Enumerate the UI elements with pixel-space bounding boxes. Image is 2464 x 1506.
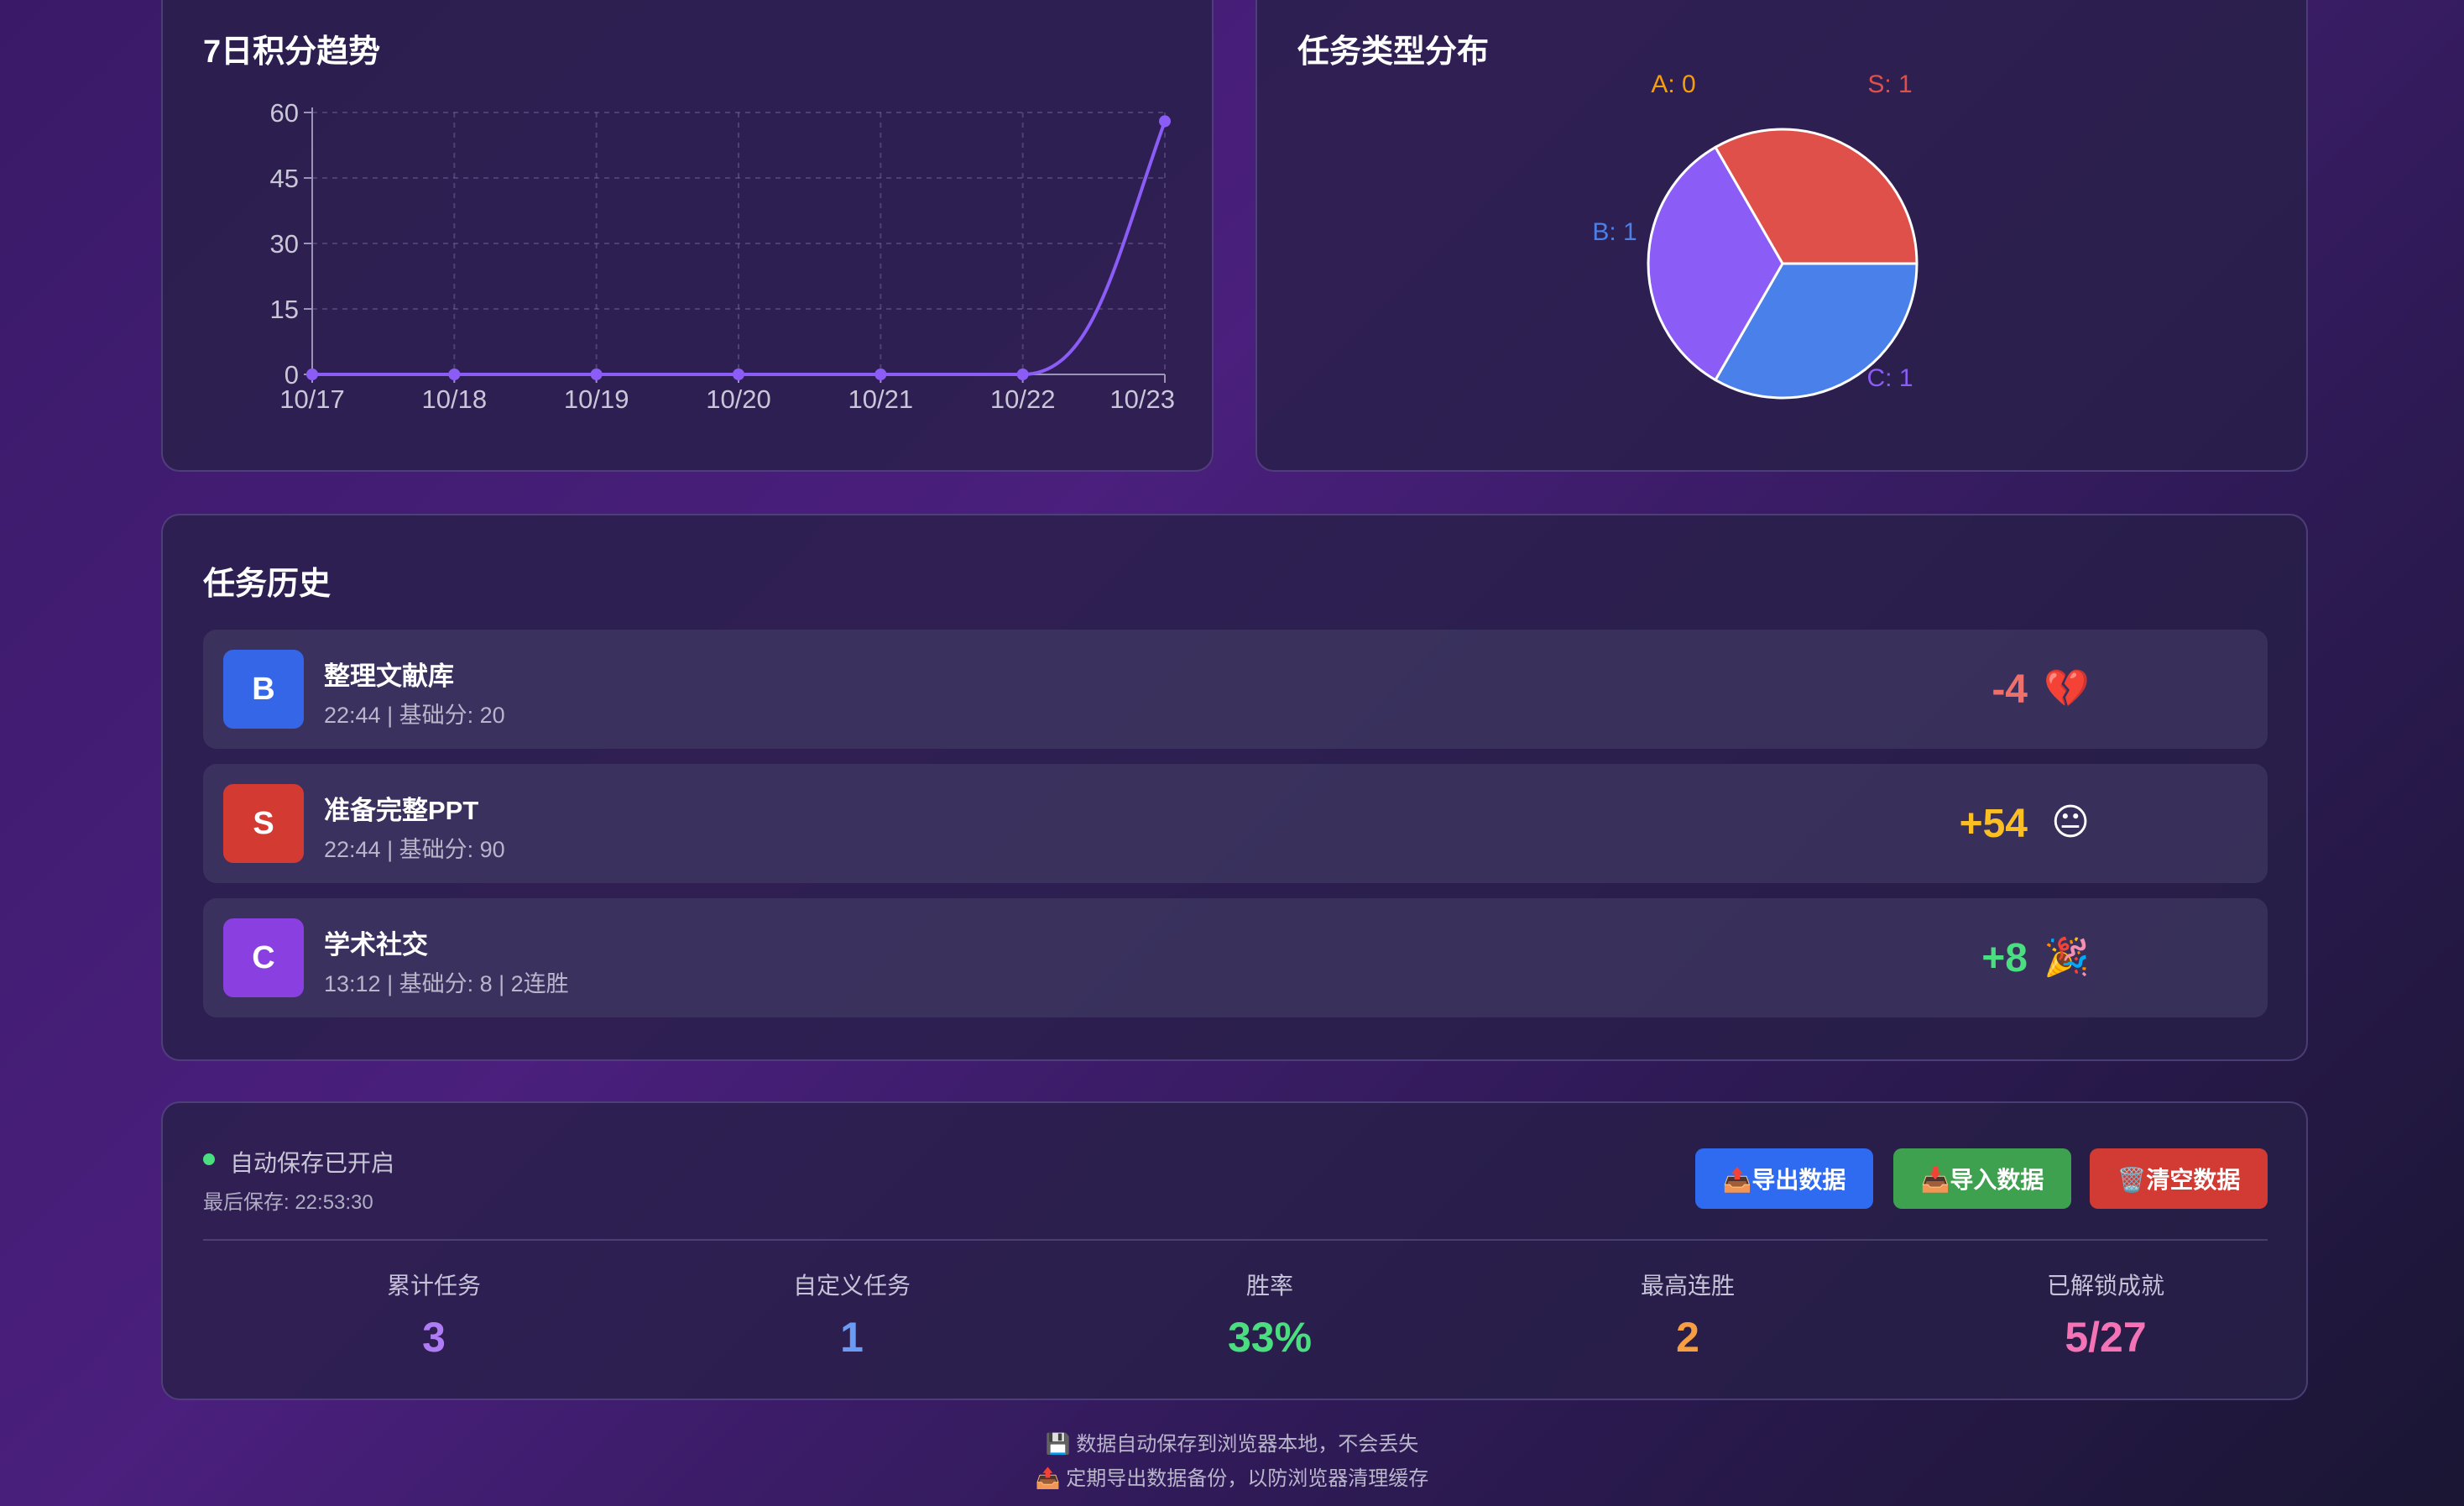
stat-value: 1: [840, 1314, 864, 1361]
footer-autosave-note: 💾 数据自动保存到浏览器本地，不会丢失: [1045, 1433, 1419, 1456]
last-saved-time: 最后保存: 22:53:30: [203, 1191, 373, 1214]
y-tick-label: 45: [270, 164, 299, 193]
footer-backup-note: 📤 定期导出数据备份，以防浏览器清理缓存: [1035, 1467, 1429, 1490]
y-tick-label: 15: [270, 295, 299, 324]
task-type-pie-card: 任务类型分布 S: 1 A: 0 B: 1 C: 1: [1255, 0, 2308, 472]
neutral-face-icon: 😐: [2051, 802, 2090, 843]
x-tick-label: 10/19: [564, 384, 629, 414]
stats-card: 自动保存已开启 最后保存: 22:53:30 📤导出数据 📥导入数据 🗑️清空数…: [161, 1101, 2308, 1400]
stat-label: 最高连胜: [1640, 1273, 1735, 1299]
task-name: 准备完整PPT: [324, 796, 479, 825]
history-item[interactable]: B 整理文献库 22:44 | 基础分: 20 -4 💔: [203, 630, 2268, 749]
stat-label: 自定义任务: [792, 1273, 911, 1299]
party-popper-icon: 🎉: [2044, 937, 2090, 978]
stats-divider: [203, 1239, 2268, 1241]
task-name: 学术社交: [324, 930, 428, 960]
trend-data-point: [306, 369, 318, 380]
export-data-button[interactable]: 📤导出数据: [1695, 1148, 1873, 1209]
stat-total-tasks: 累计任务 3: [308, 1268, 560, 1362]
y-tick-label: 30: [270, 229, 299, 259]
trend-data-point: [733, 369, 744, 380]
y-tick-label: 60: [270, 98, 299, 128]
trend-data-point: [448, 369, 461, 380]
stat-win-rate: 胜率 33%: [1144, 1268, 1396, 1362]
pie-label-c: C: 1: [1866, 364, 1913, 392]
autosave-status: 自动保存已开启: [230, 1150, 395, 1176]
stat-achievements: 已解锁成就 5/27: [1980, 1268, 2232, 1362]
trend-data-point: [590, 369, 603, 380]
trend-chart-card: 7日积分趋势 0 15 30 45 60 10/17 10/18 10/19 10/20 10/2…: [161, 0, 1214, 472]
task-meta: 13:12 | 基础分: 8 | 2连胜: [324, 971, 569, 996]
task-score: +54: [1959, 802, 2028, 846]
broken-heart-icon: 💔: [2044, 668, 2090, 709]
stat-value: 3: [422, 1314, 446, 1361]
task-score: +8: [1981, 936, 2028, 980]
autosave-status-dot: [203, 1153, 215, 1165]
stat-value: 2: [1676, 1314, 1699, 1361]
grade-badge: S: [223, 784, 304, 863]
x-tick-label: 10/22: [990, 384, 1056, 414]
x-tick-label: 10/23: [1109, 384, 1175, 414]
task-meta: 22:44 | 基础分: 20: [324, 703, 505, 728]
trend-line-chart: 01530456010/17 10/18 10/19 10/20 10/21 10/22 1…: [270, 98, 1175, 414]
task-meta: 22:44 | 基础分: 90: [324, 837, 505, 862]
import-data-button[interactable]: 📥导入数据: [1893, 1148, 2071, 1209]
trend-data-point: [874, 369, 887, 380]
task-name: 整理文献库: [324, 661, 454, 691]
stat-custom-tasks: 自定义任务 1: [726, 1268, 978, 1362]
history-item[interactable]: C 学术社交 13:12 | 基础分: 8 | 2连胜 +8 🎉: [203, 898, 2268, 1017]
stat-value: 5/27: [2065, 1314, 2147, 1361]
history-title: 任务历史: [203, 567, 331, 602]
pie-label-a: A: 0: [1651, 71, 1695, 98]
stat-value: 33%: [1227, 1314, 1313, 1361]
grade-badge: C: [223, 918, 304, 997]
stat-best-streak: 最高连胜 2: [1562, 1268, 1814, 1362]
trend-data-point: [1159, 115, 1171, 128]
history-item[interactable]: S 准备完整PPT 22:44 | 基础分: 90 +54 😐: [203, 764, 2268, 883]
stat-label: 已解锁成就: [2046, 1273, 2164, 1299]
trend-data-point: [1016, 369, 1029, 380]
x-tick-label: 10/21: [848, 384, 914, 414]
pie-label-b: B: 1: [1592, 218, 1637, 246]
x-tick-label: 10/20: [706, 384, 771, 414]
task-type-pie-chart: S: 1 A: 0 B: 1 C: 1: [1592, 71, 1918, 400]
task-score: -4: [1992, 667, 2028, 712]
stat-label: 胜率: [1245, 1273, 1293, 1299]
clear-data-button[interactable]: 🗑️清空数据: [2090, 1148, 2268, 1209]
stat-label: 累计任务: [386, 1273, 481, 1299]
x-tick-label: 10/18: [422, 384, 488, 414]
x-tick-label: 10/17: [279, 384, 345, 414]
grade-badge: B: [223, 650, 304, 729]
pie-label-s: S: 1: [1867, 71, 1912, 98]
task-history-card: 任务历史 B 整理文献库 22:44 | 基础分: 20 -4 💔 S 准备完整…: [161, 514, 2308, 1061]
